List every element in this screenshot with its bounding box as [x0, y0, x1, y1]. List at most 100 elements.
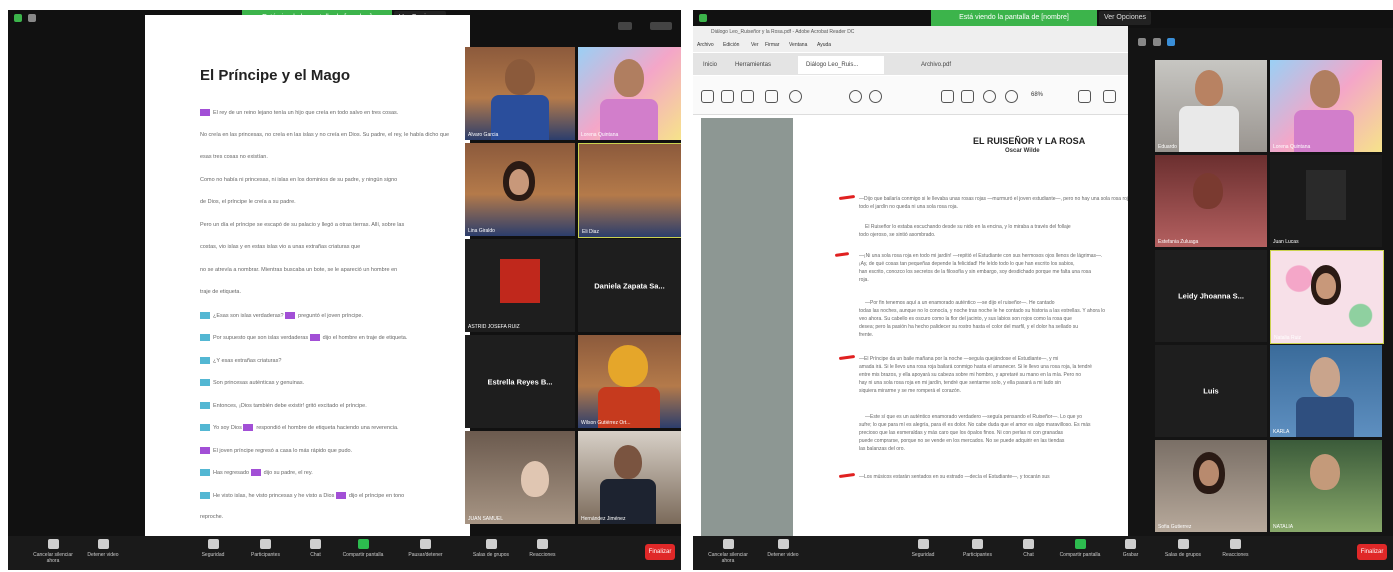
- menu-item[interactable]: Ayuda: [817, 42, 831, 48]
- document-line: reproche.: [200, 514, 224, 520]
- highlight-icon[interactable]: [1103, 90, 1116, 103]
- participant-tile[interactable]: Estefania Zuluaga: [1155, 155, 1267, 247]
- next-page-icon[interactable]: [869, 90, 882, 103]
- red-annotation: [838, 194, 856, 201]
- print-icon[interactable]: [765, 90, 778, 103]
- share-screen-button[interactable]: Compartir pantalla: [1055, 539, 1105, 558]
- chat-button[interactable]: Chat: [298, 539, 333, 558]
- participants-button[interactable]: Participantes: [955, 539, 1000, 558]
- star-icon[interactable]: [1153, 38, 1161, 46]
- pdf-line: roja.: [859, 277, 869, 283]
- zoom-window-left: Está viendo la pantalla de [nombre] Ver …: [8, 10, 681, 570]
- participant-tile[interactable]: Juan Lucas: [1270, 155, 1382, 247]
- document-line: Has regresado dijo su padre, el rey.: [200, 469, 458, 476]
- menu-item[interactable]: Ventana: [789, 42, 807, 48]
- document-line: ¿Esas son islas verdaderas? preguntó el …: [200, 312, 458, 319]
- participants-button[interactable]: Participantes: [243, 539, 288, 558]
- participant-tile[interactable]: ASTRID JOSEFA RUIZ: [465, 239, 575, 332]
- stop-video-button[interactable]: Detener video: [763, 539, 803, 558]
- menu-item[interactable]: Ver: [751, 42, 759, 48]
- hand-icon[interactable]: [961, 90, 974, 103]
- participant-tile[interactable]: Daniela Zapata Sa...: [578, 239, 681, 332]
- participant-tile[interactable]: Sofia Gutierrez: [1155, 440, 1267, 532]
- menu-item[interactable]: Firmar: [765, 42, 779, 48]
- previous-page-icon[interactable]: [849, 90, 862, 103]
- pdf-line: desea; pero la pasión ha hecho palidecer…: [859, 324, 1079, 330]
- participant-tile[interactable]: Estrella Reyes B...: [465, 335, 575, 428]
- end-meeting-button[interactable]: Finalizar: [1357, 544, 1387, 560]
- pdf-line: frente.: [859, 332, 874, 338]
- document-line: traje de etiqueta.: [200, 289, 241, 295]
- pause-icon: [420, 539, 431, 549]
- upload-icon[interactable]: [741, 90, 754, 103]
- tab-tools[interactable]: Herramientas: [727, 56, 779, 74]
- end-meeting-button[interactable]: Finalizar: [645, 544, 675, 560]
- security-shield-icon[interactable]: [14, 14, 22, 22]
- stop-video-button[interactable]: Detener video: [83, 539, 123, 558]
- mute-button[interactable]: Cancelar silenciar ahora: [703, 539, 753, 564]
- participant-tile[interactable]: Leidy Jhoanna S...: [1155, 250, 1267, 342]
- share-screen-button[interactable]: Compartir pantalla: [338, 539, 388, 558]
- participant-name-large: Daniela Zapata Sa...: [594, 281, 665, 290]
- reactions-button[interactable]: Reacciones: [1213, 539, 1258, 558]
- pdf-line: han escrito, conozco los secretos de la …: [859, 269, 1092, 275]
- participant-tile[interactable]: Wilson Gutiérrez Ort...: [578, 335, 681, 428]
- breakout-rooms-button[interactable]: Salas de grupos: [1158, 539, 1208, 558]
- tab-archivo[interactable]: Archivo.pdf: [913, 56, 959, 74]
- mute-button[interactable]: Cancelar silenciar ahora: [28, 539, 78, 564]
- tab-document[interactable]: Diálogo Leo_Ruis...: [798, 56, 884, 74]
- pdf-line: —Los músicos estarán sentados en su estr…: [859, 474, 1050, 480]
- share-screen-icon: [1074, 539, 1086, 549]
- minimize-icon[interactable]: [1138, 38, 1146, 46]
- participant-tile[interactable]: JUAN SAMUEL: [465, 431, 575, 524]
- breakout-rooms-button[interactable]: Salas de grupos: [466, 539, 516, 558]
- participant-tile[interactable]: Lorena Quintana: [578, 47, 681, 140]
- gallery-icon[interactable]: [1167, 38, 1175, 46]
- participant-name: NATALIA: [1273, 524, 1294, 530]
- pause-share-button[interactable]: Pausar/detener: [393, 539, 458, 558]
- document-line: no se atrevía a nombrar. Mientras buscab…: [200, 267, 398, 273]
- search-icon[interactable]: [789, 90, 802, 103]
- participant-name: Estefania Zuluaga: [1158, 239, 1199, 245]
- zoom-in-icon[interactable]: [1005, 90, 1018, 103]
- gallery-view-button[interactable]: [650, 22, 672, 30]
- participant-tile[interactable]: Lorena Quintana: [1270, 60, 1382, 152]
- participant-tile[interactable]: Natalia Ruiz: [1270, 250, 1384, 344]
- cursor-icon[interactable]: [941, 90, 954, 103]
- bookmark-star-icon[interactable]: [721, 90, 734, 103]
- pdf-line: las balanzas del oro.: [859, 446, 905, 452]
- security-shield-icon[interactable]: [699, 14, 707, 22]
- chat-bubble-icon: [310, 539, 321, 549]
- participant-tile[interactable]: Hernández Jiménez: [578, 431, 681, 524]
- participant-tile[interactable]: Lina Giraldo: [465, 143, 575, 236]
- participants-icon: [972, 539, 983, 549]
- zoom-out-icon[interactable]: [983, 90, 996, 103]
- pdf-line: —Éste sí que es un auténtico enamorado v…: [865, 414, 1083, 420]
- tab-home[interactable]: Inicio: [695, 56, 725, 74]
- menu-item[interactable]: Archivo: [697, 42, 714, 48]
- zoom-level[interactable]: 68%: [1031, 92, 1043, 98]
- menu-item[interactable]: Edición: [723, 42, 739, 48]
- view-options-button[interactable]: Ver Opciones: [1099, 11, 1151, 25]
- participant-tile[interactable]: KARLA: [1270, 345, 1382, 437]
- participant-tile[interactable]: Luis: [1155, 345, 1267, 437]
- participant-name-large: Leidy Jhoanna S...: [1178, 291, 1244, 301]
- participant-tile[interactable]: Eli Diaz: [578, 143, 681, 238]
- participant-name: Hernández Jiménez: [581, 516, 626, 522]
- fit-page-icon[interactable]: [1078, 90, 1091, 103]
- zoom-window-right: Está viendo la pantalla de [nombre] Ver …: [693, 10, 1393, 570]
- info-icon[interactable]: [28, 14, 36, 22]
- reactions-button[interactable]: Reacciones: [520, 539, 565, 558]
- security-button[interactable]: Seguridad: [193, 539, 233, 558]
- chat-button[interactable]: Chat: [1011, 539, 1046, 558]
- record-button[interactable]: Grabar: [1113, 539, 1148, 558]
- participant-tile[interactable]: NATALIA: [1270, 440, 1382, 532]
- view-button[interactable]: [618, 22, 632, 30]
- security-button[interactable]: Seguridad: [903, 539, 943, 558]
- participant-tile[interactable]: Alvaro Garcia: [465, 47, 575, 140]
- participant-tile[interactable]: Eduardo: [1155, 60, 1267, 152]
- shared-document: El Príncipe y el Mago El rey de un reino…: [145, 15, 470, 540]
- create-icon[interactable]: [701, 90, 714, 103]
- pdf-line: todo el jardín no queda ni una sola rosa…: [859, 204, 958, 210]
- participant-name-large: Estrella Reyes B...: [487, 377, 553, 386]
